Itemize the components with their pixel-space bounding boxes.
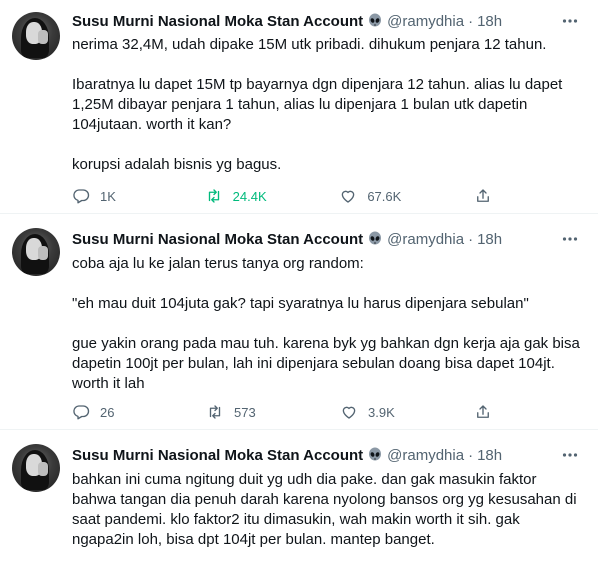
alien-emoji-icon [367, 231, 383, 247]
retweet-count: 573 [234, 404, 256, 420]
tweet-paragraph: "eh mau duit 104juta gak? tapi syaratnya… [72, 295, 529, 312]
retweet-count: 24.4K [232, 188, 267, 204]
tweet-header: Susu Murni Nasional Moka Stan Account @r… [72, 229, 502, 249]
tweet-paragraph: gue yakin orang pada mau tuh. karena byk… [72, 335, 580, 392]
avatar[interactable] [12, 12, 60, 60]
more-options-icon[interactable] [560, 229, 580, 249]
separator-dot: · [468, 446, 474, 464]
alien-emoji-icon [367, 13, 383, 29]
tweet[interactable]: Susu Murni Nasional Moka Stan Account @r… [0, 214, 598, 429]
timestamp[interactable]: 18h [477, 13, 502, 30]
author-name[interactable]: Susu Murni Nasional Moka Stan Account [72, 13, 363, 30]
retweet-icon [208, 189, 219, 203]
author-name[interactable]: Susu Murni Nasional Moka Stan Account [72, 447, 363, 464]
tweet-text: nerima 32,4M, udah dipake 15M utk pribad… [72, 35, 587, 175]
share-button[interactable] [474, 403, 502, 421]
tweet-text: bahkan ini cuma ngitung duit yg udh dia … [72, 470, 587, 550]
author-handle[interactable]: @ramydhia [387, 447, 464, 464]
timestamp[interactable]: 18h [477, 447, 502, 464]
tweet-header: Susu Murni Nasional Moka Stan Account @r… [72, 11, 502, 31]
heart-icon [342, 190, 355, 203]
reply-icon [73, 405, 90, 420]
avatar[interactable] [12, 228, 60, 276]
author-handle[interactable]: @ramydhia [387, 231, 464, 248]
reply-button[interactable]: 1K [72, 187, 132, 205]
like-button[interactable]: 67.6K [339, 187, 401, 205]
tweet-thread: Susu Murni Nasional Moka Stan Account @r… [0, 0, 598, 563]
tweet-paragraph: coba aja lu ke jalan terus tanya org ran… [72, 255, 364, 272]
reply-icon [73, 189, 90, 204]
tweet-paragraph: korupsi adalah bisnis yg bagus. [72, 156, 282, 173]
heart-icon [342, 406, 356, 419]
like-count: 3.9K [368, 404, 395, 420]
reply-button[interactable]: 26 [72, 403, 132, 421]
timestamp[interactable]: 18h [477, 231, 502, 248]
share-icon [477, 189, 489, 202]
author-handle[interactable]: @ramydhia [387, 13, 464, 30]
avatar[interactable] [12, 444, 60, 492]
tweet-header: Susu Murni Nasional Moka Stan Account @r… [72, 445, 502, 465]
alien-emoji-icon [367, 447, 383, 463]
retweet-button[interactable]: 24.4K [205, 187, 267, 205]
more-options-icon[interactable] [560, 11, 580, 31]
tweet[interactable]: Susu Murni Nasional Moka Stan Account @r… [0, 0, 598, 213]
share-icon [477, 405, 489, 418]
retweet-icon [209, 405, 221, 419]
retweet-button[interactable]: 573 [206, 403, 266, 421]
tweet-actions: 1K 24.4K 67.6K [72, 186, 502, 206]
share-button[interactable] [474, 187, 502, 205]
tweet[interactable]: Susu Murni Nasional Moka Stan Account @r… [0, 430, 598, 563]
tweet-actions: 26 573 3.9K [72, 402, 502, 422]
reply-count: 26 [100, 404, 115, 420]
like-button[interactable]: 3.9K [340, 403, 400, 421]
separator-dot: · [468, 230, 474, 248]
tweet-paragraph: bahkan ini cuma ngitung duit yg udh dia … [72, 471, 577, 548]
reply-count: 1K [100, 188, 116, 204]
like-count: 67.6K [367, 188, 402, 204]
tweet-paragraph: nerima 32,4M, udah dipake 15M utk pribad… [72, 36, 547, 53]
tweet-paragraph: Ibaratnya lu dapet 15M tp bayarnya dgn d… [72, 76, 563, 133]
tweet-text: coba aja lu ke jalan terus tanya org ran… [72, 254, 587, 394]
author-name[interactable]: Susu Murni Nasional Moka Stan Account [72, 231, 363, 248]
more-options-icon[interactable] [560, 445, 580, 465]
separator-dot: · [468, 12, 474, 30]
